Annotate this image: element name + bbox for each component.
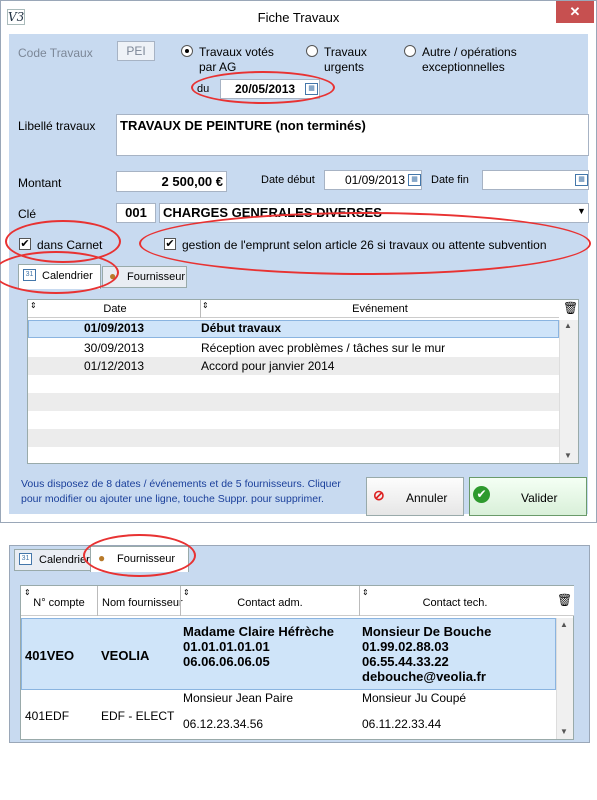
contact-name: Monsieur De Bouche	[362, 624, 492, 639]
contact-mobile: 06.11.22.33.44	[362, 717, 442, 731]
contact-mobile: 06.55.44.33.22	[362, 654, 449, 669]
table-row[interactable]	[28, 393, 559, 411]
contact-name: Monsieur Jean Paire	[183, 691, 294, 705]
cancel-icon: ⊘	[373, 487, 385, 503]
calendar-icon[interactable]: ▦	[408, 174, 421, 186]
check-icon: ✔	[473, 486, 490, 503]
column-divider	[97, 586, 98, 616]
column-header-contact-tech[interactable]: Contact tech.	[360, 597, 550, 609]
code-travaux-label: Code Travaux	[18, 46, 93, 60]
annotation-ellipse	[83, 534, 196, 577]
radio-travaux-ag[interactable]	[181, 45, 193, 57]
scroll-down-icon[interactable]: ▼	[560, 727, 568, 736]
calendar-event-cell: Début travaux	[201, 321, 282, 335]
contact-phone: 01.99.02.88.03	[362, 639, 449, 654]
column-header-compte[interactable]: N° compte	[21, 597, 97, 609]
valider-label: Valider	[521, 491, 558, 505]
column-header-evenement[interactable]: Evénement	[201, 303, 559, 315]
annuler-label: Annuler	[406, 491, 448, 505]
vertical-scrollbar[interactable]	[559, 320, 578, 463]
nom-fournisseur-cell: VEOLIA	[101, 648, 150, 663]
contact-email: debouche@veolia.fr	[362, 669, 486, 684]
radio-travaux-urgents[interactable]	[306, 45, 318, 57]
contact-mobile: 06.06.06.06.05	[183, 654, 270, 669]
date-fin-field[interactable]	[482, 170, 589, 190]
calendar-date-cell: 01/09/2013	[83, 321, 145, 335]
annotation-ellipse	[191, 71, 335, 104]
calendar-icon: 31	[19, 553, 32, 565]
date-fin-label: Date fin	[431, 174, 469, 186]
fiche-travaux-window: V3 Fiche Travaux ✕ Code Travaux PEI Trav…	[0, 0, 597, 523]
nom-fournisseur-cell: EDF - ELECT	[101, 709, 175, 723]
cle-label: Clé	[18, 207, 37, 221]
scroll-up-icon[interactable]: ▲	[564, 321, 572, 330]
vertical-scrollbar[interactable]	[556, 618, 573, 739]
calendar-date-cell: 01/12/2013	[83, 359, 145, 373]
calendar-event-cell: Réception avec problèmes / tâches sur le…	[201, 341, 446, 355]
column-header-date[interactable]: Date	[30, 303, 200, 315]
radio-autre-operations-label: Autre / opérations exceptionnelles	[422, 45, 517, 74]
contact-adm-cell: Monsieur Jean Paire 06.12.23.34.56	[183, 692, 293, 731]
sort-icon[interactable]: ⇕	[362, 588, 369, 597]
contact-name: Monsieur Ju Coupé	[362, 691, 467, 705]
column-header-nom[interactable]: Nom fournisseur	[102, 597, 183, 609]
scroll-down-icon[interactable]: ▼	[564, 451, 572, 460]
calendar-date-cell: 30/09/2013	[83, 341, 145, 355]
sort-icon[interactable]: ⇕	[24, 588, 31, 597]
contact-phone: 01.01.01.01.01	[183, 639, 270, 654]
sort-icon[interactable]: ⇕	[183, 588, 190, 597]
date-debut-label: Date début	[261, 174, 315, 186]
montant-field[interactable]: 2 500,00 €	[116, 171, 227, 192]
contact-tech-cell: Monsieur Ju Coupé 06.11.22.33.44	[362, 692, 466, 731]
table-row[interactable]	[28, 429, 559, 447]
delete-icon[interactable]: 🗑	[563, 301, 578, 315]
scroll-up-icon[interactable]: ▲	[560, 620, 568, 629]
libelle-field[interactable]: TRAVAUX DE PEINTURE (non terminés)	[116, 114, 589, 156]
libelle-label: Libellé travaux	[18, 119, 96, 133]
info-text: Vous disposez de 8 dates / événements et…	[21, 478, 341, 505]
compte-cell: 401VEO	[25, 648, 75, 663]
compte-cell: 401EDF	[25, 709, 70, 723]
window-title: Fiche Travaux	[257, 10, 340, 25]
annotation-ellipse	[139, 212, 591, 275]
calendar-icon[interactable]: ▦	[575, 174, 588, 186]
contact-mobile: 06.12.23.34.56	[183, 717, 264, 731]
montant-label: Montant	[18, 176, 62, 190]
delete-icon[interactable]: 🗑	[557, 593, 572, 607]
contact-adm-cell: Madame Claire Héfrèche 01.01.01.01.01 06…	[183, 624, 334, 669]
radio-travaux-urgents-label: Travaux urgents	[324, 45, 367, 74]
contact-tech-cell: Monsieur De Bouche 01.99.02.88.03 06.55.…	[362, 624, 491, 684]
radio-autre-operations[interactable]	[404, 45, 416, 57]
cle-code-field[interactable]: 001	[116, 203, 156, 223]
chevron-down-icon[interactable]: ▼	[577, 206, 586, 216]
close-button[interactable]: ✕	[556, 1, 594, 23]
contact-name: Madame Claire Héfrèche	[183, 624, 335, 639]
code-travaux-field[interactable]: PEI	[117, 41, 155, 61]
calendar-event-cell: Accord pour janvier 2014	[201, 359, 335, 373]
title-bar: V3 Fiche Travaux ✕	[1, 1, 596, 34]
column-header-contact-adm[interactable]: Contact adm.	[181, 597, 359, 609]
